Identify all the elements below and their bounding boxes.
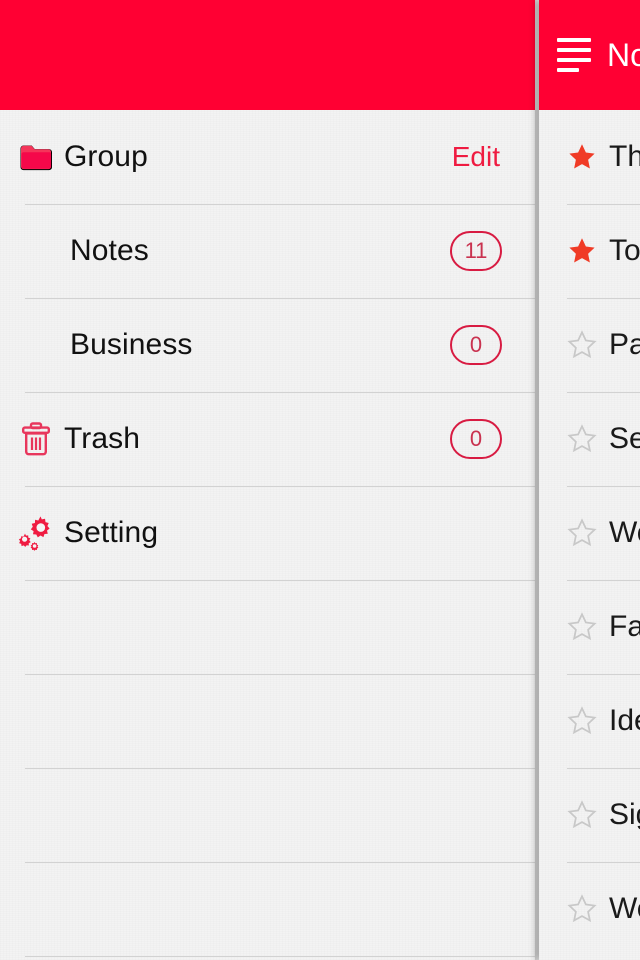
note-title: Work xyxy=(609,516,640,549)
sidebar-item-label-setting: Setting xyxy=(64,516,159,549)
note-title: Signature xyxy=(609,798,640,831)
sidebar-row-setting[interactable]: Setting xyxy=(0,486,535,580)
star-outline-icon[interactable] xyxy=(567,894,597,924)
sidebar-item-label-trash: Trash xyxy=(64,422,141,455)
edit-button[interactable]: Edit xyxy=(450,137,502,177)
star-outline-icon[interactable] xyxy=(567,518,597,548)
sidebar-group-right: Edit xyxy=(450,137,502,177)
note-row[interactable]: Secret xyxy=(539,392,640,486)
sidebar-group-label: Group xyxy=(64,140,148,173)
note-title: Week plan xyxy=(609,892,640,925)
star-filled-icon[interactable] xyxy=(567,236,597,266)
note-row[interactable]: Passwords xyxy=(539,298,640,392)
count-badge-trash: 0 xyxy=(450,419,502,459)
sidebar-row-right-notes: 11 xyxy=(450,231,502,271)
notes-list-panel: Notes Things to do To buy Passwords xyxy=(539,0,640,960)
star-outline-icon[interactable] xyxy=(567,800,597,830)
notes-list: Things to do To buy Passwords Secret xyxy=(539,110,640,960)
note-title: Passwords xyxy=(609,328,640,361)
sidebar-row-right-trash: 0 xyxy=(450,419,502,459)
app-root: Group Edit Notes 11 Business 0 Trash 0 S… xyxy=(0,0,640,960)
main-header-bar: Notes xyxy=(539,0,640,110)
hamburger-line xyxy=(557,68,579,72)
note-title: Ideas xyxy=(609,704,640,737)
sidebar-row-group[interactable]: Group Edit xyxy=(0,110,535,204)
note-row[interactable]: Family xyxy=(539,580,640,674)
sidebar-blank-row xyxy=(0,768,535,862)
hamburger-line xyxy=(557,48,591,52)
sidebar-list: Group Edit Notes 11 Business 0 Trash 0 S… xyxy=(0,110,535,960)
star-filled-icon[interactable] xyxy=(567,142,597,172)
note-row[interactable]: Week plan xyxy=(539,862,640,956)
star-outline-icon[interactable] xyxy=(567,330,597,360)
note-title: Family xyxy=(609,610,640,643)
sidebar-item-label-business: Business xyxy=(70,328,193,361)
main-title: Notes xyxy=(607,36,640,73)
sidebar-row-business[interactable]: Business 0 xyxy=(0,298,535,392)
note-row[interactable]: Things to do xyxy=(539,110,640,204)
star-outline-icon[interactable] xyxy=(567,424,597,454)
note-title: Secret xyxy=(609,422,640,455)
hamburger-icon[interactable] xyxy=(557,38,591,72)
hamburger-line xyxy=(557,38,591,42)
note-row[interactable]: Ideas xyxy=(539,674,640,768)
trash-icon xyxy=(8,422,64,456)
note-row[interactable]: To buy xyxy=(539,204,640,298)
sidebar-item-label-notes: Notes xyxy=(70,234,149,267)
gears-icon xyxy=(8,514,64,552)
sidebar-row-right-business: 0 xyxy=(450,325,502,365)
sidebar-blank-row xyxy=(0,580,535,674)
note-row[interactable]: Work xyxy=(539,486,640,580)
folder-icon xyxy=(8,143,64,171)
count-badge-notes: 11 xyxy=(450,231,502,271)
star-outline-icon[interactable] xyxy=(567,612,597,642)
sidebar-blank-row xyxy=(0,674,535,768)
note-title: To buy xyxy=(609,234,640,267)
sidebar-blank-row xyxy=(0,956,535,960)
hamburger-line xyxy=(557,58,591,62)
sidebar-row-notes[interactable]: Notes 11 xyxy=(0,204,535,298)
sidebar-drawer: Group Edit Notes 11 Business 0 Trash 0 S… xyxy=(0,0,535,960)
star-outline-icon[interactable] xyxy=(567,706,597,736)
note-row[interactable]: Signature xyxy=(539,768,640,862)
sidebar-blank-row xyxy=(0,862,535,956)
drawer-edge-shadow xyxy=(535,0,539,960)
sidebar-header-bar xyxy=(0,0,535,110)
sidebar-row-trash[interactable]: Trash 0 xyxy=(0,392,535,486)
count-badge-business: 0 xyxy=(450,325,502,365)
note-title: Things to do xyxy=(609,140,640,173)
